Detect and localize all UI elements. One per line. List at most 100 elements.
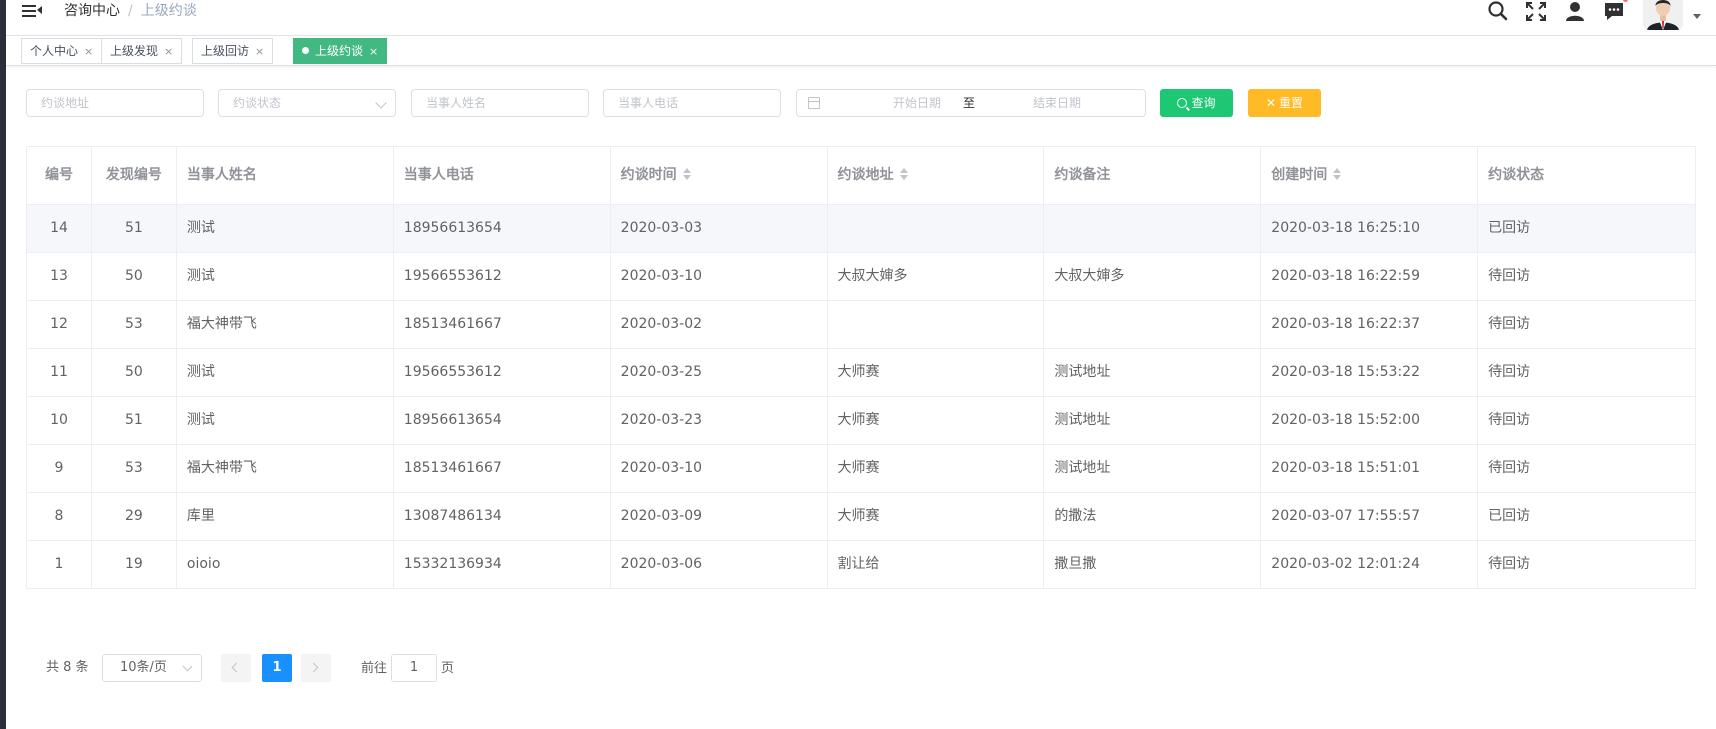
cell-interview-address: 割让给 <box>828 541 1045 588</box>
address-input[interactable]: 约谈地址 <box>26 89 204 117</box>
search-icon[interactable] <box>1486 0 1510 24</box>
tag-label: 上级约谈 <box>315 44 364 58</box>
date-range-picker[interactable]: 开始日期 至 结束日期 <box>796 89 1146 117</box>
cell-interview-time: 2020-03-23 <box>611 397 828 444</box>
cell-party-phone: 19566553612 <box>394 253 611 300</box>
cell-status: 待回访 <box>1478 397 1697 444</box>
table-row[interactable]: 1 19 oioio 15332136934 2020-03-06 割让给 撒旦撒 2020-… <box>27 541 1697 589</box>
cell-interview-remark: 撒旦撒 <box>1044 541 1262 588</box>
start-date-input[interactable]: 开始日期 <box>867 90 967 116</box>
cell-id: 11 <box>27 349 92 396</box>
cell-status: 待回访 <box>1478 541 1697 588</box>
status-placeholder: 约谈状态 <box>233 96 282 110</box>
chevron-right-icon <box>308 662 319 673</box>
cell-party-name: 福大神带飞 <box>177 445 394 492</box>
cell-party-name: 库里 <box>177 493 394 540</box>
cell-interview-address <box>828 301 1045 348</box>
cell-interview-time: 2020-03-09 <box>611 493 828 540</box>
cell-id: 8 <box>27 493 92 540</box>
notification-dot <box>1622 0 1629 3</box>
sort-icon[interactable] <box>1333 168 1342 180</box>
message-icon[interactable] <box>1602 0 1629 24</box>
column-header-id: 编号 <box>27 147 92 204</box>
search-button[interactable]: 查询 <box>1160 89 1233 117</box>
cell-discovery-id: 51 <box>92 397 177 444</box>
cell-discovery-id: 53 <box>92 445 177 492</box>
phone-input[interactable]: 当事人电话 <box>603 89 781 117</box>
close-icon[interactable]: × <box>255 45 264 58</box>
table-row[interactable]: 9 53 福大神带飞 18513461667 2020-03-10 大师赛 测试地址 2020… <box>27 445 1697 493</box>
page-number-1[interactable]: 1 <box>262 654 292 682</box>
end-date-input[interactable]: 结束日期 <box>1007 90 1107 116</box>
sort-icon[interactable] <box>899 168 908 180</box>
table-row[interactable]: 8 29 库里 13087486134 2020-03-09 大师赛 的撒法 2020-03-… <box>27 493 1697 541</box>
prev-page-button[interactable] <box>221 654 251 682</box>
cell-interview-remark: 测试地址 <box>1044 349 1262 396</box>
close-icon[interactable]: × <box>369 45 378 58</box>
tag-superior-revisit[interactable]: 上级回访 × <box>192 38 274 64</box>
close-icon[interactable]: × <box>84 45 93 58</box>
reset-button-label: 重置 <box>1279 96 1304 110</box>
tag-superior-interview[interactable]: 上级约谈 × <box>293 38 388 64</box>
next-page-button[interactable] <box>301 654 331 682</box>
page-size-value: 10条/页 <box>120 660 167 675</box>
page-jump-input[interactable]: 1 <box>391 654 437 682</box>
column-header-interview-remark: 约谈备注 <box>1044 147 1262 204</box>
column-header-label: 约谈时间 <box>620 167 677 183</box>
column-header-interview-address[interactable]: 约谈地址 <box>828 147 1045 204</box>
user-icon[interactable] <box>1563 0 1587 24</box>
hamburger-icon[interactable] <box>22 2 42 20</box>
cell-interview-remark <box>1044 205 1262 252</box>
tag-personal-center[interactable]: 个人中心 × <box>21 38 103 64</box>
search-icon <box>1177 98 1188 108</box>
cell-discovery-id: 51 <box>92 205 177 252</box>
calendar-icon <box>808 97 820 109</box>
close-icon[interactable]: × <box>164 45 173 58</box>
column-header-label: 约谈地址 <box>837 167 894 183</box>
column-header-interview-time[interactable]: 约谈时间 <box>611 147 828 204</box>
breadcrumb-item-current: 上级约谈 <box>140 3 197 19</box>
page-size-select[interactable]: 10条/页 <box>102 654 202 682</box>
cell-discovery-id: 29 <box>92 493 177 540</box>
active-dot-icon <box>302 47 309 54</box>
cell-interview-address: 大叔大婶多 <box>828 253 1045 300</box>
table-row[interactable]: 14 51 测试 18956613654 2020-03-03 2020-03-18 16… <box>27 205 1697 253</box>
column-header-party-phone: 当事人电话 <box>394 147 611 204</box>
tags-view: 个人中心 × 上级发现 × 上级回访 × 上级约谈 × <box>6 36 1716 66</box>
table-body: 14 51 测试 18956613654 2020-03-03 2020-03-18 16… <box>27 205 1697 589</box>
cell-interview-address: 大师赛 <box>828 397 1045 444</box>
cell-id: 1 <box>27 541 92 588</box>
breadcrumb-item-consult-center[interactable]: 咨询中心 <box>64 3 120 19</box>
table-row[interactable]: 13 50 测试 19566553612 2020-03-10 大叔大婶多 大叔大婶多 202… <box>27 253 1697 301</box>
name-input[interactable]: 当事人姓名 <box>411 89 589 117</box>
column-header-created-time[interactable]: 创建时间 <box>1261 147 1479 204</box>
cell-discovery-id: 50 <box>92 253 177 300</box>
column-header-status: 约谈状态 <box>1478 147 1697 204</box>
avatar[interactable] <box>1643 0 1683 30</box>
cell-discovery-id: 50 <box>92 349 177 396</box>
column-header-label: 创建时间 <box>1271 167 1328 183</box>
pagination-total: 共 8 条 <box>46 660 89 675</box>
cell-party-name: 测试 <box>177 205 394 252</box>
phone-placeholder: 当事人电话 <box>618 96 679 110</box>
chevron-down-icon[interactable] <box>1693 14 1701 19</box>
goto-label: 前往 <box>361 661 388 676</box>
cell-status: 已回访 <box>1478 493 1697 540</box>
table-row[interactable]: 11 50 测试 19566553612 2020-03-25 大师赛 测试地址 2020-0… <box>27 349 1697 397</box>
breadcrumb-separator: / <box>128 3 133 19</box>
cell-interview-time: 2020-03-02 <box>611 301 828 348</box>
cell-party-phone: 18513461667 <box>394 445 611 492</box>
fullscreen-icon[interactable] <box>1524 0 1548 24</box>
cell-discovery-id: 19 <box>92 541 177 588</box>
cell-party-name: 测试 <box>177 349 394 396</box>
reset-button[interactable]: ✕ 重置 <box>1248 89 1321 117</box>
cell-party-name: 测试 <box>177 397 394 444</box>
table-row[interactable]: 12 53 福大神带飞 18513461667 2020-03-02 2020-03-18… <box>27 301 1697 349</box>
cell-interview-time: 2020-03-06 <box>611 541 828 588</box>
range-separator: 至 <box>963 96 976 110</box>
chevron-down-icon <box>375 97 387 109</box>
status-select[interactable]: 约谈状态 <box>218 89 396 117</box>
tag-superior-discovery[interactable]: 上级发现 × <box>101 38 183 64</box>
sort-icon[interactable] <box>682 168 691 180</box>
table-row[interactable]: 10 51 测试 18956613654 2020-03-23 大师赛 测试地址 2020-0… <box>27 397 1697 445</box>
